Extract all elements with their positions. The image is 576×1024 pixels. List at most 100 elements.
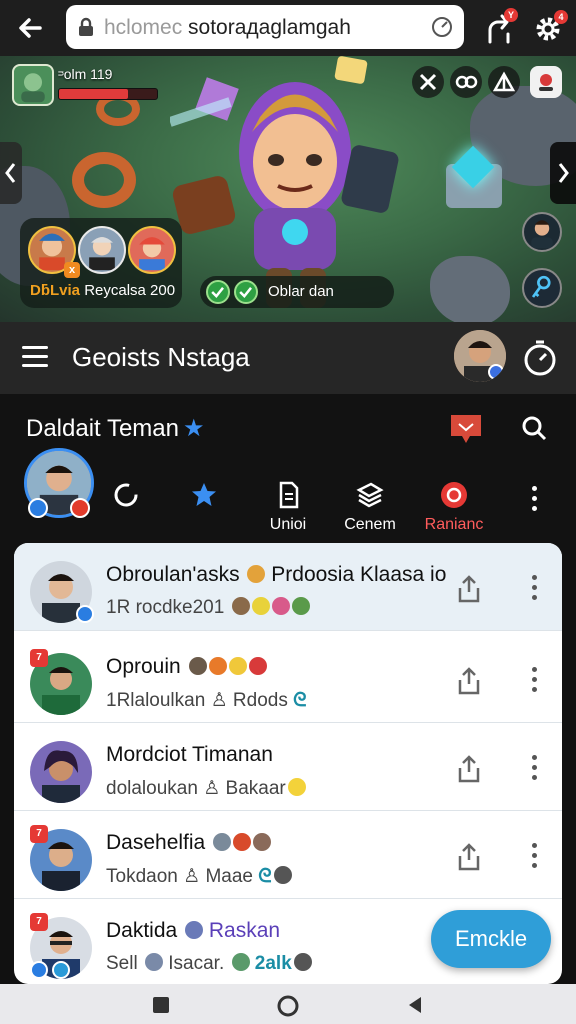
action-favorite[interactable] <box>164 480 244 540</box>
key-icon[interactable] <box>522 268 562 308</box>
more-icon[interactable] <box>526 486 542 514</box>
inventory-icon[interactable] <box>530 66 562 98</box>
notification-badge: Y <box>504 8 518 22</box>
profile-name-text: Daldait Teman <box>26 415 179 442</box>
back-icon[interactable] <box>406 996 424 1014</box>
row-title-text: Dasehelfia <box>106 831 206 854</box>
action-refresh[interactable] <box>86 480 166 540</box>
list-item[interactable]: Obroulan'asks Prdoosia Klaasa io 1R rocd… <box>14 543 562 631</box>
emoji-icon <box>208 657 227 675</box>
settings-button[interactable]: 4 <box>528 8 568 48</box>
share-icon[interactable] <box>456 755 482 783</box>
row-subtitle-extra: Maae <box>205 866 253 887</box>
verified-badge <box>488 364 504 380</box>
ally-avatar[interactable] <box>522 212 562 252</box>
share-icon[interactable] <box>456 575 482 603</box>
scroll-left-button[interactable] <box>0 142 22 204</box>
kebab-icon[interactable] <box>528 575 540 603</box>
emoji-icon <box>188 657 207 675</box>
record-icon <box>441 482 467 508</box>
message-icon[interactable] <box>448 412 484 446</box>
row-title: Daktida Raskan <box>106 919 456 943</box>
emoji-icon <box>247 565 266 583</box>
row-subtitle: dolaloukan ♙ Bakaar <box>106 777 456 800</box>
game-screen[interactable]: ᵙolm 119 x DƃLvia Reycalsa 200 Oblar dan <box>0 56 576 322</box>
row-tag: 7 <box>30 649 48 667</box>
swap-icon[interactable] <box>450 66 482 98</box>
swirl-icon: ᘓ <box>258 866 272 887</box>
row-subtitle-text: dolaloukan <box>106 778 198 799</box>
status-pill[interactable]: Oblar dan <box>200 276 394 308</box>
team-label-text: Reycalsa 200 <box>84 282 176 299</box>
friends-badge-icon <box>28 498 48 518</box>
action-cenem[interactable]: Cenem <box>330 480 410 540</box>
emoji-icon <box>231 597 250 615</box>
team-member-avatar <box>128 226 176 274</box>
team-badge: x <box>64 262 80 278</box>
compose-button[interactable]: Emckle <box>431 910 551 968</box>
refresh-icon <box>114 483 138 507</box>
list-item[interactable]: Mordciot Timanan dolaloukan ♙ Bakaar <box>14 723 562 811</box>
recents-icon[interactable] <box>152 996 170 1014</box>
kebab-icon[interactable] <box>528 843 540 871</box>
route-button[interactable]: Y <box>480 8 520 48</box>
emoji-icon <box>293 953 312 971</box>
search-icon[interactable] <box>520 414 548 442</box>
tent-icon[interactable] <box>488 66 520 98</box>
tool-icon[interactable] <box>412 66 444 98</box>
person-icon: ♙ <box>210 690 228 711</box>
emoji-icon <box>228 657 247 675</box>
row-subtitle: Sell Isacar. 2alk <box>106 953 456 975</box>
row-title-text: Oprouin <box>106 655 181 678</box>
row-title: Obroulan'asks Prdoosia Klaasa io <box>106 563 456 587</box>
stack-icon <box>356 482 384 508</box>
list-item[interactable]: 7 Dasehelfia Tokdaon ♙ Maae ᘓ <box>14 811 562 899</box>
emoji-icon <box>273 866 292 884</box>
url-text: hclomec sotoraдaglamgah <box>104 16 351 40</box>
verified-badge <box>76 605 94 623</box>
row-title: Oprouin <box>106 655 456 679</box>
row-subtitle-extra: Rdods <box>232 690 288 711</box>
emoji-icon <box>251 597 270 615</box>
check-icon <box>234 280 258 304</box>
rock-decoration <box>430 256 510 322</box>
chevron-left-icon <box>5 163 16 183</box>
home-icon[interactable] <box>276 994 300 1018</box>
action-unioi[interactable]: Unioi <box>248 480 328 540</box>
back-arrow-icon[interactable] <box>14 12 46 44</box>
list-item[interactable]: 7 Oprouin 1Rlaloulkan ♙ Rdods ᘓ <box>14 635 562 723</box>
status-text: Oblar dan <box>268 283 334 300</box>
emoji-icon <box>185 921 204 939</box>
refresh-icon[interactable] <box>430 15 454 39</box>
row-subtitle-text: Tokdaon <box>106 866 178 887</box>
profile-section: Daldait Teman ★ Unioi Cenem Ranianc <box>0 394 576 550</box>
emoji-icon <box>287 778 306 796</box>
team-member-avatar <box>78 226 126 274</box>
share-icon[interactable] <box>456 843 482 871</box>
document-icon <box>279 481 299 509</box>
url-dim-text: hclomec <box>104 16 183 39</box>
player-name: ᵙolm 119 <box>58 66 113 82</box>
team-panel[interactable]: x DƃLvia Reycalsa 200 <box>20 218 182 308</box>
kebab-icon[interactable] <box>528 667 540 695</box>
timer-icon[interactable] <box>520 338 560 378</box>
action-ranianc[interactable]: Ranianc <box>414 480 494 540</box>
star-icon: ★ <box>182 415 205 442</box>
scroll-right-button[interactable] <box>550 142 576 204</box>
emoji-icon <box>271 597 290 615</box>
hamburger-icon[interactable] <box>22 346 48 368</box>
share-icon[interactable] <box>456 667 482 695</box>
row-tag: 7 <box>30 913 48 931</box>
star-icon <box>192 483 216 506</box>
avatar[interactable] <box>454 330 506 382</box>
kebab-icon[interactable] <box>528 755 540 783</box>
emoji-icon <box>231 953 250 971</box>
action-label: Unioi <box>269 516 307 533</box>
person-icon: ♙ <box>183 866 201 887</box>
row-subtitle-text: 1Rlaloulkan <box>106 690 206 711</box>
browser-toolbar: hclomec sotoraдaglamgah Y 4 <box>0 0 576 56</box>
swirl-icon: ᘓ <box>293 690 307 711</box>
row-title-extra: Prdoosia Klaasa io <box>271 563 447 586</box>
action-label: Ranianc <box>424 516 484 533</box>
url-bar[interactable]: hclomec sotoraдaglamgah <box>66 5 464 49</box>
